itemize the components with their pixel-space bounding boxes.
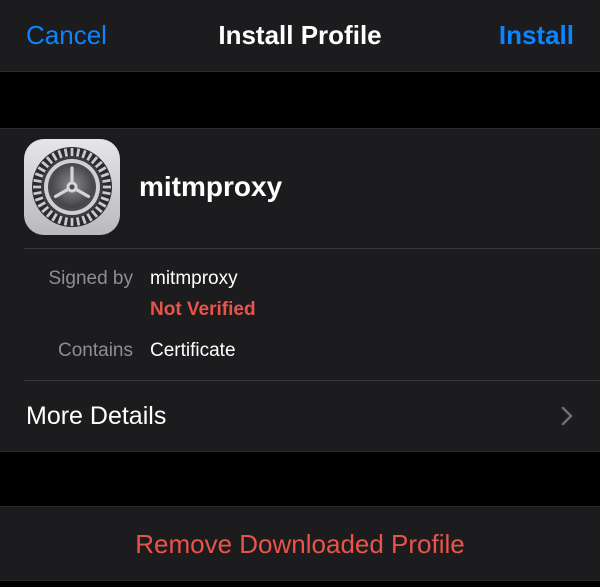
signed-by-value: mitmproxy [150,268,238,289]
contains-value: Certificate [150,340,236,361]
settings-gear-icon [24,139,120,235]
cancel-button[interactable]: Cancel [26,20,107,51]
verification-status: Not Verified [150,299,256,320]
remove-profile-label: Remove Downloaded Profile [135,529,465,559]
signed-by-label: Signed by [48,268,133,289]
chevron-right-icon [561,406,573,426]
divider [24,248,600,249]
contains-label: Contains [58,340,133,361]
navigation-bar: Cancel Install Profile Install [0,0,600,72]
more-details-row[interactable]: More Details [0,381,600,451]
more-details-label: More Details [26,402,167,430]
profile-name: mitmproxy [139,171,283,202]
remove-profile-button[interactable]: Remove Downloaded Profile [0,506,600,581]
install-button[interactable]: Install [499,20,574,51]
